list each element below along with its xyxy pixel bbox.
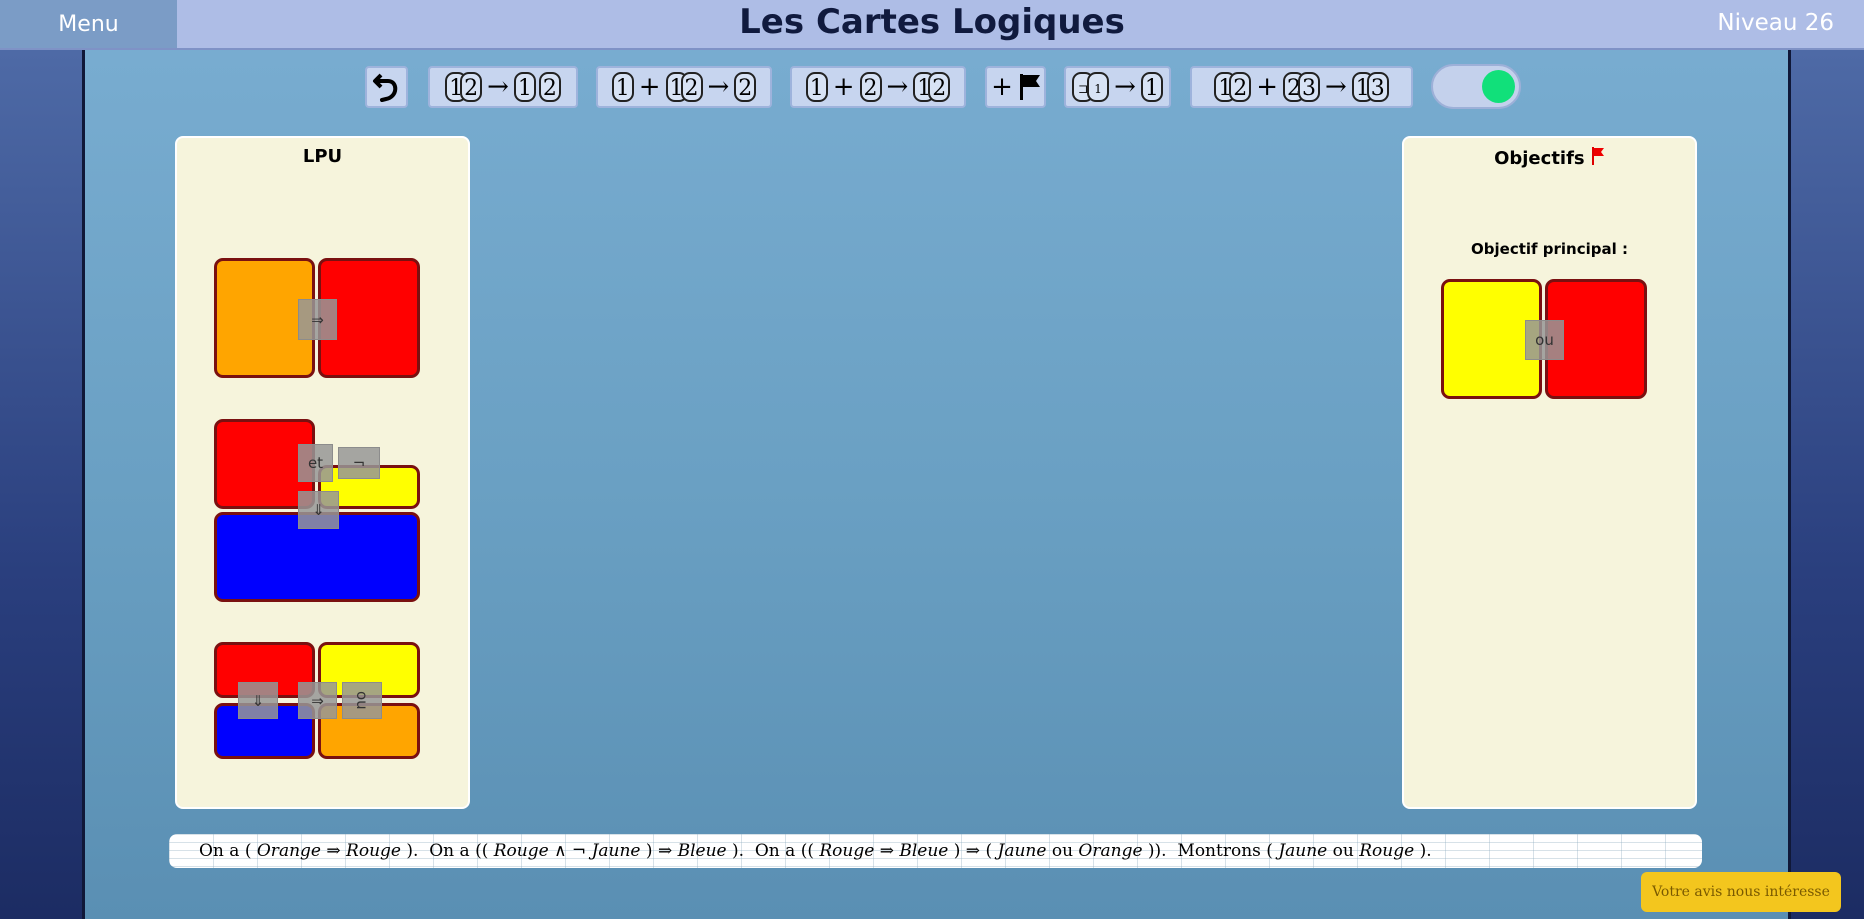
plus-icon: + xyxy=(832,72,855,102)
stmt-op: ⇒ xyxy=(879,841,894,861)
rule-result: 12 xyxy=(913,72,951,102)
rule-result-1: 1 xyxy=(513,72,536,102)
stmt-var: Rouge xyxy=(346,841,401,861)
add-goal-button[interactable]: + xyxy=(985,66,1046,108)
rule-premise: ⊐ 1 xyxy=(1072,72,1110,102)
red-flag-icon xyxy=(1591,147,1604,165)
feedback-button[interactable]: Votre avis nous intéresse xyxy=(1641,872,1841,912)
stmt-var: Rouge xyxy=(1359,841,1415,861)
operator-implies[interactable]: ⇒ xyxy=(298,682,337,719)
rule-premise-2: 23 xyxy=(1283,72,1320,102)
rule-and-elimination-button[interactable]: 12 → 1 2 xyxy=(428,66,578,108)
stmt-text: On a (( xyxy=(754,841,814,861)
stmt-var: Bleue xyxy=(899,841,949,861)
operator-or[interactable]: ou xyxy=(342,682,382,719)
operator-implies-down[interactable]: ⇓ xyxy=(298,491,339,529)
rule-premise-2: 12 xyxy=(665,72,703,102)
arrow-icon: → xyxy=(1114,72,1136,102)
stmt-text: ). xyxy=(732,841,745,861)
rule-premise: 12 xyxy=(445,72,483,102)
main-objective-label: Objectif principal : xyxy=(1471,240,1628,258)
stmt-text: Montrons ( xyxy=(1177,841,1273,861)
top-bar: Menu Les Cartes Logiques Niveau 26 xyxy=(0,0,1864,50)
rule-premise-2: 2 xyxy=(859,72,882,102)
rule-result: 1 xyxy=(1140,72,1163,102)
toggle-knob xyxy=(1482,70,1515,103)
plus-icon: + xyxy=(638,72,661,102)
stmt-op: ) ⇒ ( xyxy=(953,841,993,861)
level-indicator: Niveau 26 xyxy=(1717,10,1834,36)
stmt-var: Jaune xyxy=(1278,841,1328,861)
stmt-var: Rouge xyxy=(493,841,549,861)
rule-and-introduction-button[interactable]: 1 + 2 → 12 xyxy=(790,66,966,108)
operator-or[interactable]: ou xyxy=(1525,320,1564,360)
black-flag-icon xyxy=(1019,74,1040,100)
menu-button[interactable]: Menu xyxy=(0,0,177,48)
operator-implies-down[interactable]: ⇓ xyxy=(238,682,278,719)
left-sidebar-decoration xyxy=(0,50,82,919)
stmt-var: Jaune xyxy=(591,841,641,861)
stmt-op: ou xyxy=(1051,841,1074,861)
objectives-header: Objectifs xyxy=(1404,146,1695,169)
logic-statement: On a ( Orange ⇒ Rouge ). On a (( Rouge ∧… xyxy=(169,834,1702,868)
undo-button[interactable] xyxy=(365,66,408,108)
lpu-panel: LPU ⇒ et ¬ ⇓ ⇓ ⇒ ou xyxy=(175,136,470,809)
objectives-panel: Objectifs Objectif principal : ou xyxy=(1402,136,1697,809)
stmt-text: ). xyxy=(406,841,419,861)
objectives-title: Objectifs xyxy=(1494,148,1585,169)
plus-icon: + xyxy=(1256,72,1278,102)
stmt-text: )). xyxy=(1147,841,1167,861)
stmt-text: ). xyxy=(1419,841,1432,861)
stmt-var: Jaune xyxy=(997,841,1047,861)
rule-premise-1: 1 xyxy=(611,72,634,102)
stmt-var: Rouge xyxy=(819,841,875,861)
stmt-var: Orange xyxy=(1078,841,1143,861)
rule-implication-intro-button[interactable]: ⊐ 1 → 1 xyxy=(1064,66,1171,108)
arrow-icon: → xyxy=(707,72,730,102)
right-sidebar-decoration xyxy=(1791,50,1864,919)
operator-and[interactable]: et xyxy=(298,444,333,482)
stmt-op: ou xyxy=(1332,841,1354,861)
app-title: Les Cartes Logiques xyxy=(739,2,1125,42)
rule-result: 13 xyxy=(1351,72,1389,102)
operator-not[interactable]: ¬ xyxy=(338,447,380,479)
stmt-var: Orange xyxy=(256,841,321,861)
stmt-text: On a (( xyxy=(429,841,489,861)
stmt-op: ∧ ¬ xyxy=(554,841,587,861)
operator-implies[interactable]: ⇒ xyxy=(298,299,337,340)
arrow-icon: → xyxy=(487,72,509,102)
rule-result: 2 xyxy=(734,72,757,102)
arrow-icon: → xyxy=(1325,72,1347,102)
rule-result-2: 2 xyxy=(538,72,561,102)
rule-transitivity-button[interactable]: 12 + 23 → 13 xyxy=(1190,66,1413,108)
rule-modus-ponens-button[interactable]: 1 + 12 → 2 xyxy=(596,66,772,108)
stmt-op: ⇒ xyxy=(326,841,341,861)
mode-toggle[interactable] xyxy=(1431,64,1521,109)
plus-icon: + xyxy=(991,72,1013,102)
rule-premise-1: 1 xyxy=(805,72,828,102)
stmt-op: ) ⇒ xyxy=(645,841,673,861)
lpu-title: LPU xyxy=(302,146,343,167)
rule-premise-1: 12 xyxy=(1214,72,1252,102)
stmt-text: On a ( xyxy=(199,841,252,861)
arrow-icon: → xyxy=(886,72,909,102)
undo-arrow-icon xyxy=(372,73,397,102)
stmt-var: Bleue xyxy=(677,841,727,861)
